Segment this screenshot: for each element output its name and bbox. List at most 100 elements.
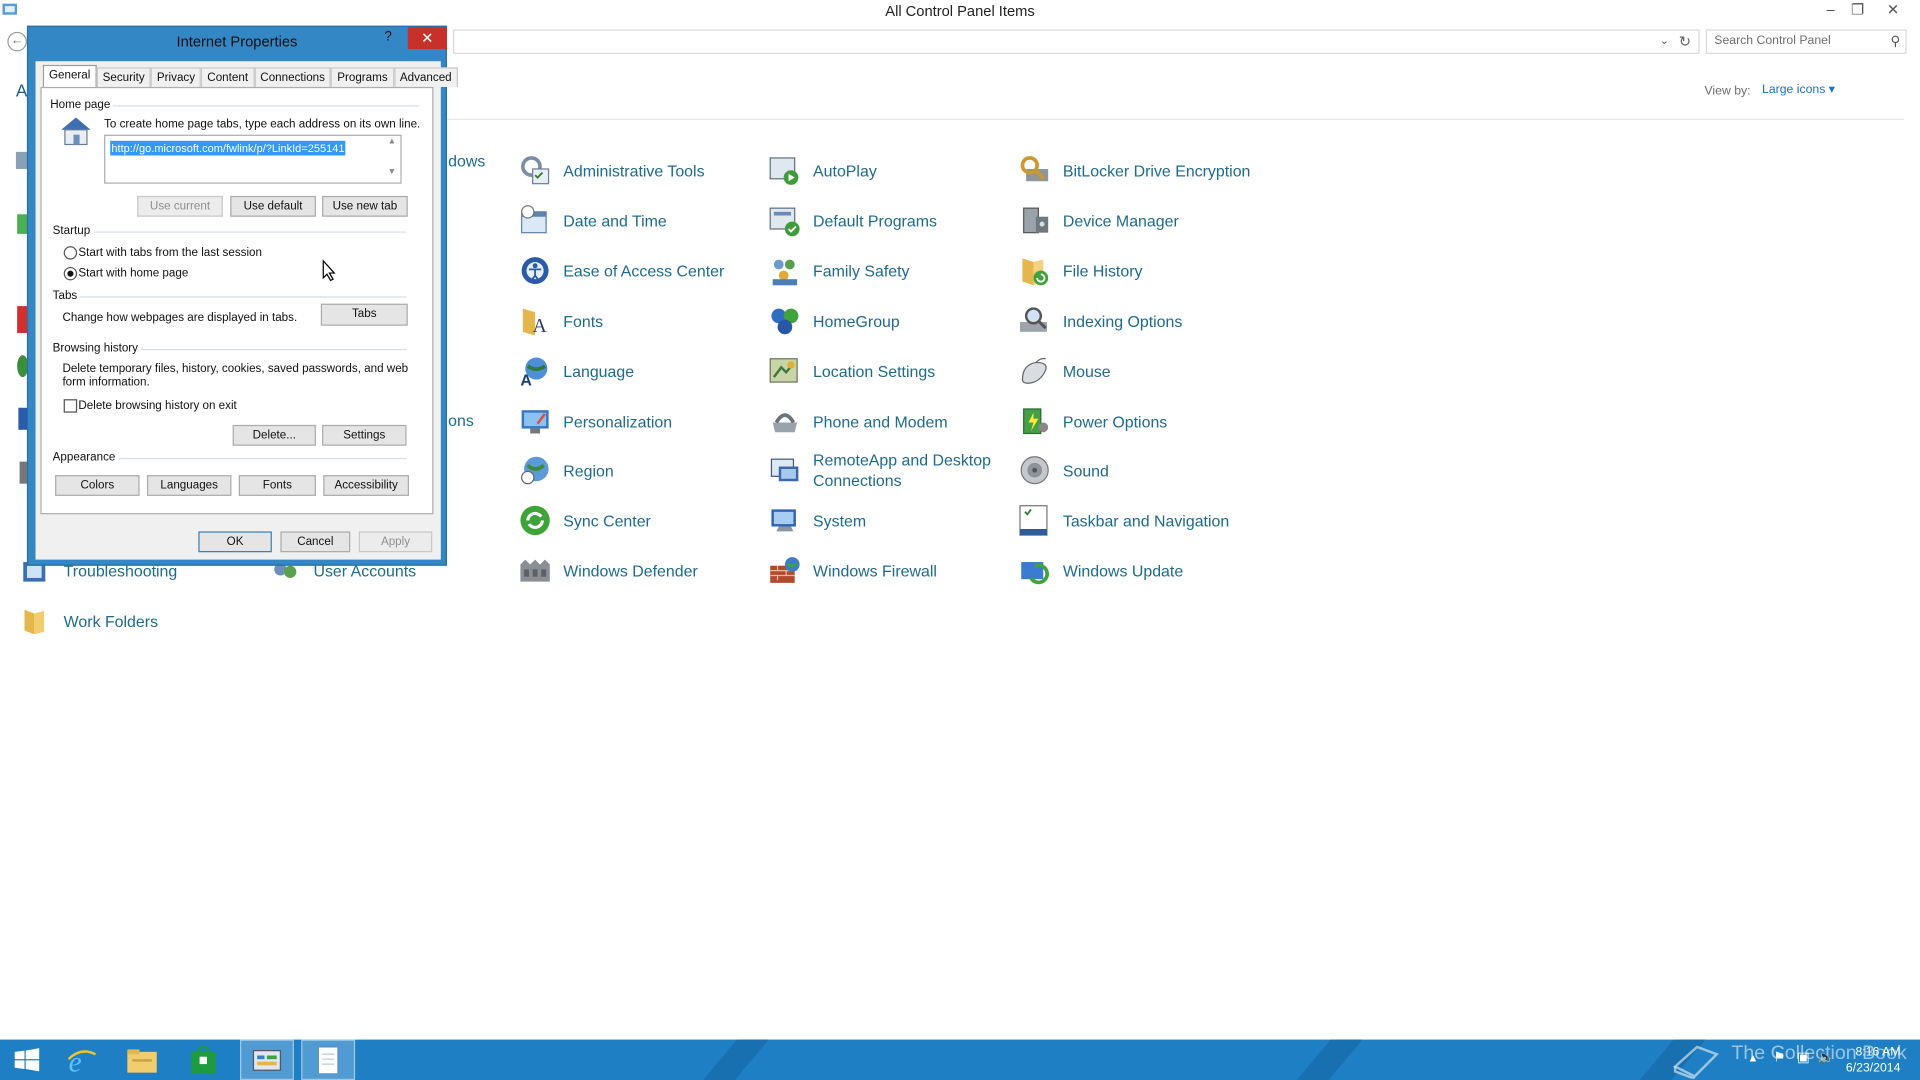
file-explorer-button[interactable] xyxy=(115,1040,169,1080)
cp-item-file-history[interactable]: File History xyxy=(1019,249,1264,293)
tab-advanced[interactable]: Advanced xyxy=(393,67,458,87)
cp-item-date-and-time[interactable]: Date and Time xyxy=(519,198,764,242)
dialog-close-button[interactable]: ✕ xyxy=(407,26,447,49)
search-icon[interactable]: ⚲ xyxy=(1891,33,1901,49)
cp-item-administrative-tools[interactable]: Administrative Tools xyxy=(519,148,764,192)
cp-item-label: Sound xyxy=(1062,461,1109,480)
home-page-url: http://go.microsoft.com/fwlink/p/?LinkId… xyxy=(110,140,346,156)
view-by-dropdown[interactable]: Large icons ▾ xyxy=(1762,83,1835,96)
apply-button[interactable]: Apply xyxy=(358,531,433,553)
clock-date: 6/23/2014 xyxy=(1845,1061,1901,1076)
restore-button[interactable]: ❐ xyxy=(1844,0,1871,21)
address-field[interactable]: ⌄ ↻ xyxy=(453,29,1700,54)
cp-item-mouse[interactable]: Mouse xyxy=(1019,349,1264,393)
cp-item-device-manager[interactable]: Device Manager xyxy=(1019,198,1264,242)
startup-heading: Startup xyxy=(52,224,91,238)
store-button[interactable] xyxy=(176,1040,230,1080)
tabs-settings-button[interactable]: Tabs xyxy=(320,303,408,326)
radio-home-page[interactable] xyxy=(63,266,78,281)
chevron-down-icon[interactable]: ⌄ xyxy=(1660,34,1669,47)
cp-item-ease-of-access[interactable]: Ease of Access Center xyxy=(519,249,764,293)
browsing-history-description: Delete temporary files, history, cookies… xyxy=(62,362,409,376)
languages-button[interactable]: Languages xyxy=(146,475,232,496)
ease-of-access-icon xyxy=(519,255,551,287)
options-item-fragment[interactable]: ons xyxy=(448,410,474,431)
tab-privacy[interactable]: Privacy xyxy=(150,67,202,87)
cp-item-power-options[interactable]: Power Options xyxy=(1019,399,1264,443)
cp-item-label: File History xyxy=(1062,261,1143,280)
cp-item-sync-center[interactable]: Sync Center xyxy=(519,498,764,542)
help-button[interactable]: ? xyxy=(378,29,398,44)
cp-item-taskbar-navigation[interactable]: Taskbar and Navigation xyxy=(1019,498,1264,542)
cp-item-windows-firewall[interactable]: Windows Firewall xyxy=(769,549,1014,593)
store-icon xyxy=(191,1045,216,1074)
cp-item-fonts[interactable]: A Fonts xyxy=(519,299,764,343)
cancel-button[interactable]: Cancel xyxy=(280,531,351,553)
delete-on-exit-checkbox[interactable] xyxy=(63,399,78,413)
volume-icon[interactable]: 🔈 xyxy=(1818,1049,1835,1066)
tab-strip: General Security Privacy Content Connect… xyxy=(42,64,458,87)
browsing-history-description-line2: form information. xyxy=(62,375,150,390)
textarea-scrollbar[interactable]: ▲ ▼ xyxy=(383,136,400,183)
cp-item-bitlocker[interactable]: BitLocker Drive Encryption xyxy=(1019,148,1264,192)
action-center-flag-icon[interactable]: ⚑ xyxy=(1773,1049,1785,1066)
cp-item-label: Mouse xyxy=(1062,361,1111,381)
windows-item-fragment[interactable]: dows xyxy=(448,151,485,172)
clock-time: 8:16 AM xyxy=(1855,1045,1901,1060)
search-input[interactable]: Search Control Panel ⚲ xyxy=(1705,29,1907,54)
refresh-icon[interactable]: ↻ xyxy=(1679,33,1691,50)
divider xyxy=(94,231,407,233)
cp-item-family-safety[interactable]: Family Safety xyxy=(769,249,1014,293)
scroll-up-icon[interactable]: ▲ xyxy=(383,137,400,146)
cp-item-phone-and-modem[interactable]: Phone and Modem xyxy=(769,399,1014,443)
cp-item-language[interactable]: A Language xyxy=(519,349,764,393)
tab-general[interactable]: General xyxy=(42,64,97,87)
cp-item-windows-defender[interactable]: Windows Defender xyxy=(519,549,764,593)
tab-security[interactable]: Security xyxy=(96,67,151,87)
accessibility-button[interactable]: Accessibility xyxy=(323,475,409,496)
bitlocker-icon xyxy=(1019,154,1051,186)
delete-history-button[interactable]: Delete... xyxy=(232,424,316,446)
show-hidden-icons-icon[interactable]: ▲ xyxy=(1747,1052,1758,1064)
close-button[interactable]: ✕ xyxy=(1880,0,1907,21)
control-panel-taskbar-button[interactable] xyxy=(240,1039,294,1080)
dialog-body: General Security Privacy Content Connect… xyxy=(35,61,458,560)
cp-item-default-programs[interactable]: Default Programs xyxy=(769,198,1014,242)
notepad-taskbar-button[interactable] xyxy=(301,1039,356,1080)
back-arrow-icon[interactable]: ← xyxy=(7,31,27,52)
network-icon[interactable]: ▣ xyxy=(1797,1049,1810,1066)
use-current-button[interactable]: Use current xyxy=(137,195,223,217)
fonts-button[interactable]: Fonts xyxy=(238,475,316,496)
cp-item-region[interactable]: Region xyxy=(519,448,764,492)
history-settings-button[interactable]: Settings xyxy=(322,424,407,446)
ok-button[interactable]: OK xyxy=(198,531,272,553)
internet-explorer-button[interactable]: e xyxy=(54,1040,108,1080)
mouse-cursor-icon xyxy=(322,259,336,282)
use-default-button[interactable]: Use default xyxy=(230,195,316,217)
clock[interactable]: 8:16 AM 6/23/2014 xyxy=(1846,1044,1900,1076)
cp-item-homegroup[interactable]: HomeGroup xyxy=(769,299,1014,343)
cp-item-location-settings[interactable]: Location Settings xyxy=(769,349,1014,393)
taskbar-decoration xyxy=(1279,1039,1373,1080)
cp-item-personalization[interactable]: Personalization xyxy=(519,399,764,443)
use-new-tab-button[interactable]: Use new tab xyxy=(322,195,408,217)
power-options-icon xyxy=(1019,405,1051,437)
cp-item-label: Fonts xyxy=(563,311,604,331)
colors-button[interactable]: Colors xyxy=(55,475,140,496)
cp-item-remoteapp[interactable]: RemoteApp and Desktop Connections xyxy=(769,438,1014,502)
minimize-button[interactable]: – xyxy=(1817,0,1844,21)
general-tab-panel: Home page To create home page tabs, type… xyxy=(40,86,434,515)
cp-item-indexing-options[interactable]: Indexing Options xyxy=(1019,299,1264,343)
cp-item-windows-update[interactable]: Windows Update xyxy=(1019,549,1264,593)
cp-item-system[interactable]: System xyxy=(769,498,1014,542)
tab-content[interactable]: Content xyxy=(201,67,255,87)
scroll-down-icon[interactable]: ▼ xyxy=(383,168,400,177)
start-button[interactable] xyxy=(0,1040,54,1080)
tab-programs[interactable]: Programs xyxy=(331,67,394,87)
radio-last-session[interactable] xyxy=(63,246,78,260)
tab-connections[interactable]: Connections xyxy=(254,67,332,87)
cp-item-sound[interactable]: Sound xyxy=(1019,448,1264,492)
cp-item-autoplay[interactable]: AutoPlay xyxy=(769,148,1014,192)
cp-item-work-folders[interactable]: Work Folders xyxy=(20,599,265,643)
home-page-url-textarea[interactable]: http://go.microsoft.com/fwlink/p/?LinkId… xyxy=(104,134,402,184)
